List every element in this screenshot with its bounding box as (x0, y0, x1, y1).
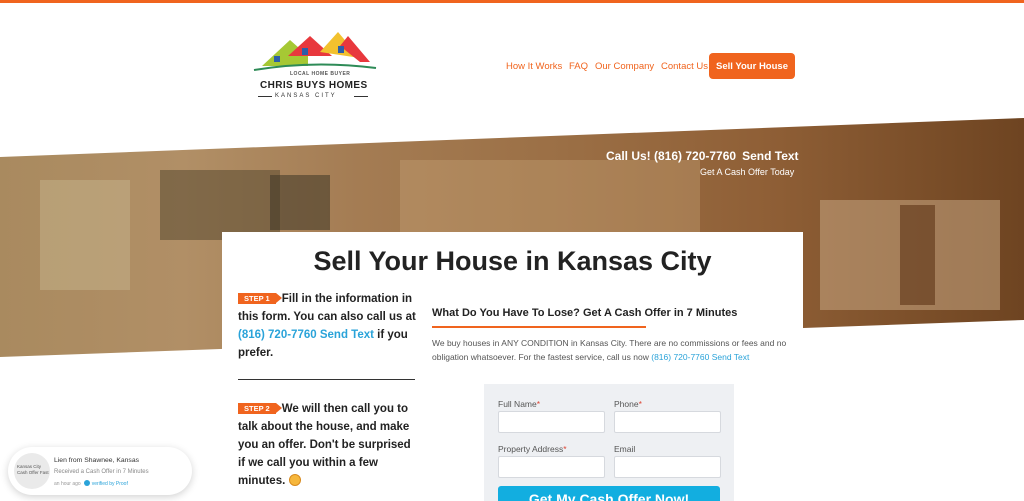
logo-city-rule (354, 96, 368, 97)
email-input[interactable] (614, 456, 721, 478)
step-1-send-text-link[interactable]: Send Text (320, 329, 374, 341)
logo-tagline: LOCAL HOME BUYER (290, 71, 351, 77)
notification-verified: verified by Proof (91, 481, 128, 487)
notification-time: an hour ago (54, 481, 81, 487)
nav-faq[interactable]: FAQ (569, 61, 588, 72)
intro-paragraph: We buy houses in ANY CONDITION in Kansas… (432, 336, 792, 364)
required-mark: * (563, 444, 567, 454)
hero-bg-shape (270, 175, 330, 230)
step-1: STEP 1 Fill in the information in this fo… (238, 290, 418, 362)
hero-bg-shape (160, 170, 280, 240)
paragraph-phone-link[interactable]: (816) 720-7760 (651, 352, 709, 362)
notification-avatar: Kansas City Cash Offer Fast (14, 453, 50, 489)
required-mark: * (638, 399, 642, 409)
hero-bg-shape (900, 205, 935, 305)
step-2: STEP 2 We will then call you to talk abou… (238, 400, 418, 490)
logo-city-rule (258, 96, 272, 97)
phone-label: Phone* (614, 399, 642, 409)
section-heading: What Do You Have To Lose? Get A Cash Off… (432, 307, 738, 319)
step-2-badge: STEP 2 (238, 403, 282, 414)
main-card: Sell Your House in Kansas City STEP 1 Fil… (222, 232, 803, 501)
step-divider (238, 379, 415, 380)
sell-your-house-button[interactable]: Sell Your House (709, 53, 795, 79)
notification-subtitle: Received a Cash Offer in 7 Minutes (54, 469, 149, 475)
nav-our-company[interactable]: Our Company (595, 61, 654, 72)
full-name-input[interactable] (498, 411, 605, 433)
property-address-label: Property Address* (498, 444, 567, 454)
email-label: Email (614, 444, 636, 454)
full-name-label-text: Full Name (498, 399, 537, 409)
nav-contact-us[interactable]: Contact Us (661, 61, 708, 72)
site-logo[interactable]: LOCAL HOME BUYER CHRIS BUYS HOMES KANSAS… (250, 26, 380, 104)
notification-avatar-text: Kansas City Cash Offer Fast (17, 464, 49, 475)
property-address-input[interactable] (498, 456, 605, 478)
step-1-phone-link[interactable]: (816) 720-7760 (238, 329, 317, 341)
phone-label-text: Phone (614, 399, 639, 409)
notification-meta: an hour ago verified by Proof (54, 480, 128, 487)
notification-title: Lien from Shawnee, Kansas (54, 457, 140, 464)
hero-subline: Get A Cash Offer Today (700, 167, 795, 177)
social-proof-notification[interactable]: Kansas City Cash Offer Fast Lien from Sh… (8, 447, 192, 495)
nav-how-it-works[interactable]: How It Works (506, 61, 562, 72)
step-1-badge: STEP 1 (238, 293, 282, 304)
hero-send-text-link[interactable]: Send Text (742, 149, 798, 163)
logo-name: CHRIS BUYS HOMES (260, 80, 368, 91)
paragraph-send-text-link[interactable]: Send Text (712, 352, 750, 362)
cash-offer-form: Full Name* Phone* Property Address* Emai… (484, 384, 734, 501)
house-logo-icon (253, 32, 377, 71)
logo-city: KANSAS CITY (275, 93, 337, 99)
hero-call-line: Call Us! (816) 720-7760 Send Text (606, 149, 799, 163)
page-title: Sell Your House in Kansas City (313, 246, 712, 276)
required-mark: * (536, 399, 541, 409)
top-accent-stripe (0, 0, 1024, 3)
hero-bg-shape (400, 160, 700, 240)
section-heading-underline (432, 326, 646, 328)
full-name-label: Full Name* (498, 399, 540, 409)
phone-input[interactable] (614, 411, 721, 433)
property-address-label-text: Property Address (498, 444, 564, 454)
hero-call-phone[interactable]: Call Us! (816) 720-7760 (606, 149, 736, 163)
step-2-text: We will then call you to talk about the … (238, 403, 411, 487)
hero-bg-shape (40, 180, 130, 290)
verified-check-icon (83, 480, 90, 486)
smile-emoji-icon (288, 474, 301, 486)
get-cash-offer-button[interactable]: Get My Cash Offer Now! (498, 486, 720, 501)
